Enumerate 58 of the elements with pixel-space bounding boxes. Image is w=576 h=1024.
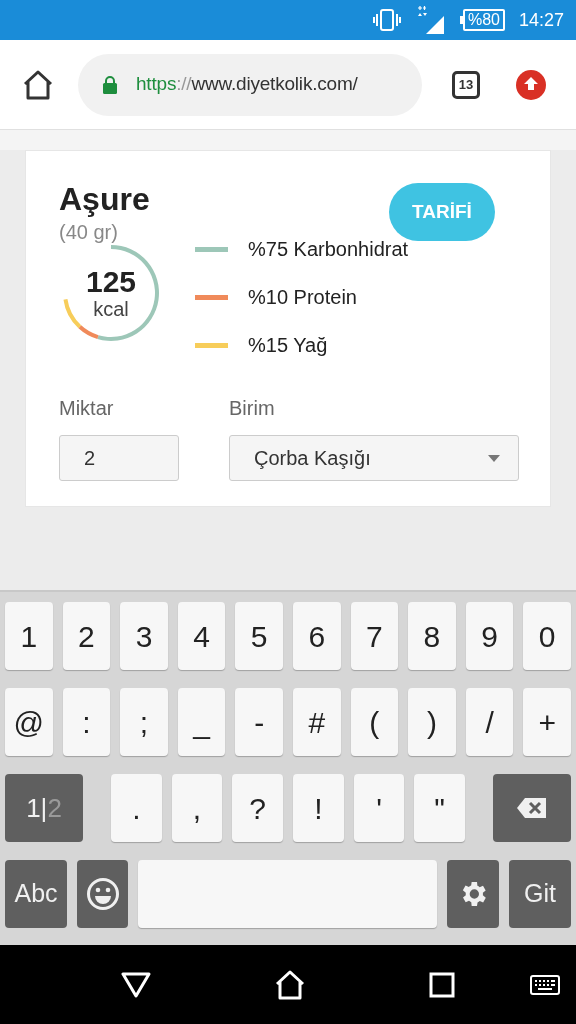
home-icon[interactable] [22,69,54,100]
symbol-page-key[interactable]: 1|2 [5,774,83,842]
key[interactable]: # [292,688,341,756]
key[interactable]: 3 [120,602,168,670]
key[interactable]: ' [353,774,405,842]
tab-count-button[interactable]: 13 [452,70,480,99]
key[interactable]: 6 [292,602,341,670]
url-text: https://www.diyetkolik.com/ [136,72,358,97]
key[interactable]: ! [293,774,344,842]
key[interactable]: - [235,688,283,756]
portion-text: (40 gr) [59,220,119,245]
address-bar[interactable]: https://www.diyetkolik.com/ [78,53,422,116]
calorie-unit: kcal [93,298,129,320]
key[interactable]: . [111,774,162,842]
mode-key[interactable]: Git [509,860,571,928]
keyboard-icon[interactable] [530,974,560,995]
key[interactable]: 2 [62,602,111,670]
key[interactable]: / [465,688,514,756]
amount-label: Miktar [59,396,115,421]
key[interactable]: + [523,688,571,756]
key[interactable]: ? [232,774,283,842]
key[interactable]: 8 [408,602,456,670]
smiley-icon [85,877,120,911]
key[interactable]: ; [120,688,168,756]
key[interactable]: : [62,688,111,756]
key[interactable]: 1 [5,602,53,670]
key[interactable]: 9 [465,602,514,670]
signal-icon [415,6,446,34]
backspace-icon [516,797,549,819]
lock-icon [102,74,118,95]
key[interactable]: ) [408,688,456,756]
key[interactable]: " [414,774,466,842]
unit-dropdown[interactable]: Çorba Kaşığı [229,435,519,481]
key[interactable]: _ [177,688,226,756]
clock-time: 14:27 [518,8,564,32]
settings-key[interactable] [447,860,499,928]
mode-key[interactable]: Abc [5,860,67,928]
macro-label: %15 Yağ [248,333,328,358]
battery-indicator: %80 [459,9,505,31]
square-icon[interactable] [428,971,455,998]
key[interactable]: 5 [235,602,283,670]
key[interactable]: ( [350,688,399,756]
key[interactable]: 0 [523,602,571,670]
upload-icon[interactable] [516,69,546,100]
calorie-value: 125 [85,266,137,298]
emoji-key[interactable] [77,860,128,928]
key[interactable]: 4 [177,602,226,670]
food-title: Aşure [59,180,150,219]
dropdown-caret-icon [488,454,500,462]
amount-field[interactable]: 2 [59,435,179,481]
backspace-key[interactable] [493,774,572,842]
key[interactable]: 7 [350,602,399,670]
key[interactable]: , [171,774,223,842]
macro-label: %10 Protein [248,285,357,310]
key[interactable]: @ [5,688,53,756]
back-icon[interactable] [121,971,152,998]
vibrate-icon [371,9,402,31]
unit-label: Birim [229,396,276,421]
